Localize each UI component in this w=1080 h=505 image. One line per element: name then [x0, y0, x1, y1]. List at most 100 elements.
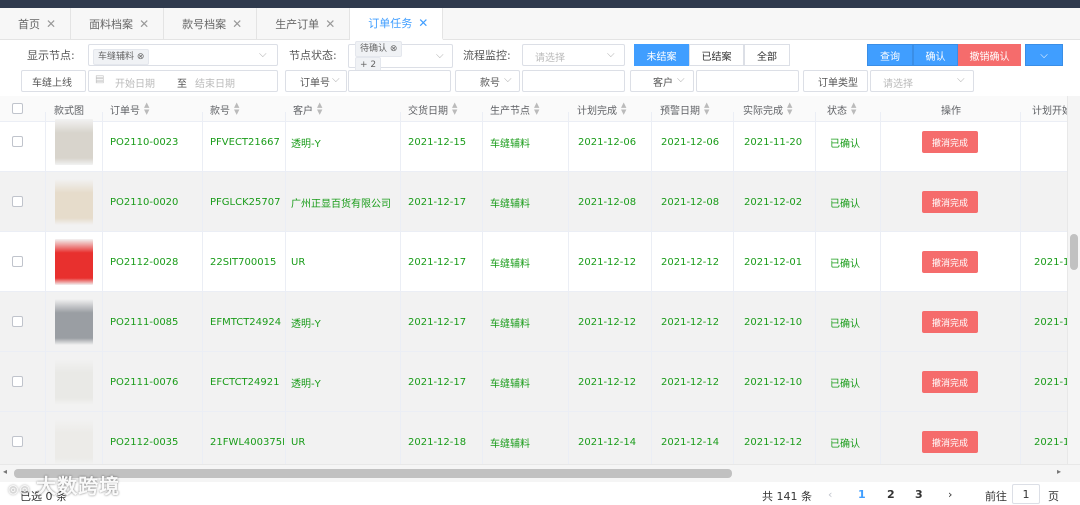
tab-fabric-archive[interactable]: 面料档案 ✕: [71, 8, 165, 40]
page-1-button[interactable]: 1: [858, 488, 866, 501]
table-row[interactable]: PO2112-0028 22SIT700015 UR 2021-12-17 车缝辅料 20…: [0, 232, 1067, 292]
chevron-down-icon: ⌵: [504, 74, 512, 85]
undo-complete-button[interactable]: 撤消完成: [922, 191, 978, 213]
order-no-field-select[interactable]: 订单号 ⌵: [285, 70, 347, 92]
more-actions-button[interactable]: ⌵: [1025, 44, 1063, 66]
row-checkbox[interactable]: [12, 376, 23, 387]
seg-unfinished-button[interactable]: 未结案: [634, 44, 689, 66]
order-no-cell: PO2112-0035: [110, 436, 179, 448]
order-type-select[interactable]: 请选择 ⌵: [870, 70, 974, 92]
row-checkbox[interactable]: [12, 436, 23, 447]
display-node-chip[interactable]: 车缝辅料 ⊗: [93, 49, 150, 65]
column-divider: [733, 292, 734, 352]
style-image[interactable]: [55, 179, 93, 225]
close-icon[interactable]: ✕: [418, 16, 428, 30]
style-image[interactable]: [55, 119, 93, 165]
watermark-logo-icon: ◎◎: [8, 482, 37, 496]
display-node-select[interactable]: 车缝辅料 ⊗ ⌵: [88, 44, 278, 66]
node-status-select[interactable]: 待确认 ⊗ + 2 ⌵: [348, 41, 453, 73]
scroll-left-arrow-icon[interactable]: ◂: [3, 467, 7, 476]
chevron-down-icon: ⌵: [436, 50, 444, 61]
query-button[interactable]: 查询: [867, 44, 913, 66]
column-divider: [1020, 172, 1021, 232]
tab-style-archive[interactable]: 款号档案 ✕: [164, 8, 258, 40]
column-divider: [651, 172, 652, 232]
horizontal-scrollbar-thumb[interactable]: [14, 469, 732, 478]
undo-complete-button[interactable]: 撤消完成: [922, 251, 978, 273]
next-page-button[interactable]: ›: [948, 488, 952, 501]
column-divider: [733, 232, 734, 292]
seg-all-button[interactable]: 全部: [744, 44, 790, 66]
vertical-scrollbar[interactable]: [1067, 96, 1080, 464]
column-divider: [733, 172, 734, 232]
tab-production-order[interactable]: 生产订单 ✕: [257, 8, 351, 40]
column-divider: [285, 352, 286, 412]
filter-row-2: 车缝上线 ▤ 开始日期 至 结束日期 订单号 ⌵ 款号 ⌵ 客户 ⌵ 订单类型 …: [0, 70, 1080, 94]
order-no-cell: PO2110-0023: [110, 136, 179, 148]
undo-complete-button[interactable]: 撤消完成: [922, 371, 978, 393]
page-2-button[interactable]: 2: [887, 488, 895, 501]
production-node-cell: 车缝辅料: [490, 378, 530, 390]
confirm-button[interactable]: 确认: [913, 44, 958, 66]
table-row[interactable]: PO2111-0085 EFMTCT24924 透明-Y 2021-12-17 车缝辅料…: [0, 292, 1067, 352]
close-icon[interactable]: ✕: [46, 17, 56, 31]
page-3-button[interactable]: 3: [915, 488, 923, 501]
table-row[interactable]: PO2110-0020 PFGLCK25707 广州正显百货有限公司 2021-12-…: [0, 172, 1067, 232]
column-divider: [285, 412, 286, 464]
row-checkbox[interactable]: [12, 316, 23, 327]
undo-complete-button[interactable]: 撤消完成: [922, 431, 978, 453]
column-divider: [482, 412, 483, 464]
row-checkbox[interactable]: [12, 256, 23, 267]
prev-page-button[interactable]: ‹: [828, 488, 832, 501]
style-no-input[interactable]: [522, 70, 625, 92]
horizontal-scrollbar[interactable]: ◂ ▸: [0, 464, 1080, 482]
chip-close-icon[interactable]: ⊗: [390, 44, 398, 54]
delivery-date-cell: 2021-12-18: [408, 436, 467, 448]
chip-close-icon[interactable]: ⊗: [137, 52, 145, 62]
chevron-down-icon: ⌵: [957, 74, 965, 85]
seg-finished-button[interactable]: 已结案: [689, 44, 744, 66]
date-range-picker[interactable]: ▤ 开始日期 至 结束日期: [88, 70, 278, 92]
column-divider: [400, 412, 401, 464]
scroll-right-arrow-icon[interactable]: ▸: [1057, 467, 1061, 476]
column-divider: [102, 352, 103, 412]
node-status-label: 节点状态:: [289, 49, 337, 62]
table-row[interactable]: PO2112-0035 21FWL400375F UR 2021-12-18 车缝辅料 2…: [0, 412, 1067, 464]
undo-complete-button[interactable]: 撤消完成: [922, 131, 978, 153]
style-image[interactable]: [55, 359, 93, 405]
column-divider: [1020, 352, 1021, 412]
column-divider: [482, 292, 483, 352]
customer-input[interactable]: [696, 70, 799, 92]
style-image[interactable]: [55, 419, 93, 464]
customer-field-select[interactable]: 客户 ⌵: [630, 70, 694, 92]
table-row[interactable]: PO2111-0076 EFCTCT24921 透明-Y 2021-12-17 车缝辅料…: [0, 352, 1067, 412]
goto-page-input[interactable]: 1: [1012, 484, 1040, 504]
row-checkbox[interactable]: [12, 196, 23, 207]
tab-home[interactable]: 首页 ✕: [0, 8, 72, 40]
close-icon[interactable]: ✕: [232, 17, 242, 31]
style-image[interactable]: [55, 299, 93, 345]
sewing-online-dropdown[interactable]: 车缝上线: [21, 70, 86, 92]
style-image[interactable]: [55, 239, 93, 285]
production-node-cell: 车缝辅料: [490, 138, 530, 150]
order-task-table: 款式图 订单号 ▲ ▼ 款号 ▲ ▼ 客户 ▲ ▼ 交货日期 ▲ ▼ 生产节点 ▲ ▼ 计划完成 ▲ ▼…: [0, 96, 1067, 464]
flow-monitor-select[interactable]: 请选择 ⌵: [522, 44, 625, 66]
column-divider: [651, 412, 652, 464]
row-checkbox[interactable]: [12, 136, 23, 147]
close-icon[interactable]: ✕: [139, 17, 149, 31]
plan-start-cell: 2021-1: [1034, 436, 1067, 448]
undo-complete-button[interactable]: 撤消完成: [922, 311, 978, 333]
order-no-input[interactable]: [348, 70, 451, 92]
warning-date-cell: 2021-12-12: [661, 316, 720, 328]
table-row[interactable]: PO2110-0023 PFVECT21667 透明-Y 2021-12-15 车缝辅料…: [0, 112, 1067, 172]
close-icon[interactable]: ✕: [325, 17, 335, 31]
node-status-chip[interactable]: 待确认 ⊗: [355, 41, 403, 57]
revoke-confirm-button[interactable]: 撤销确认: [958, 44, 1021, 66]
column-divider: [815, 352, 816, 412]
tab-order-task[interactable]: 订单任务 ✕: [350, 8, 444, 40]
column-divider: [568, 232, 569, 292]
vertical-scrollbar-thumb[interactable]: [1070, 234, 1078, 270]
style-no-field-select[interactable]: 款号 ⌵: [455, 70, 520, 92]
column-divider: [651, 232, 652, 292]
column-divider: [285, 232, 286, 292]
